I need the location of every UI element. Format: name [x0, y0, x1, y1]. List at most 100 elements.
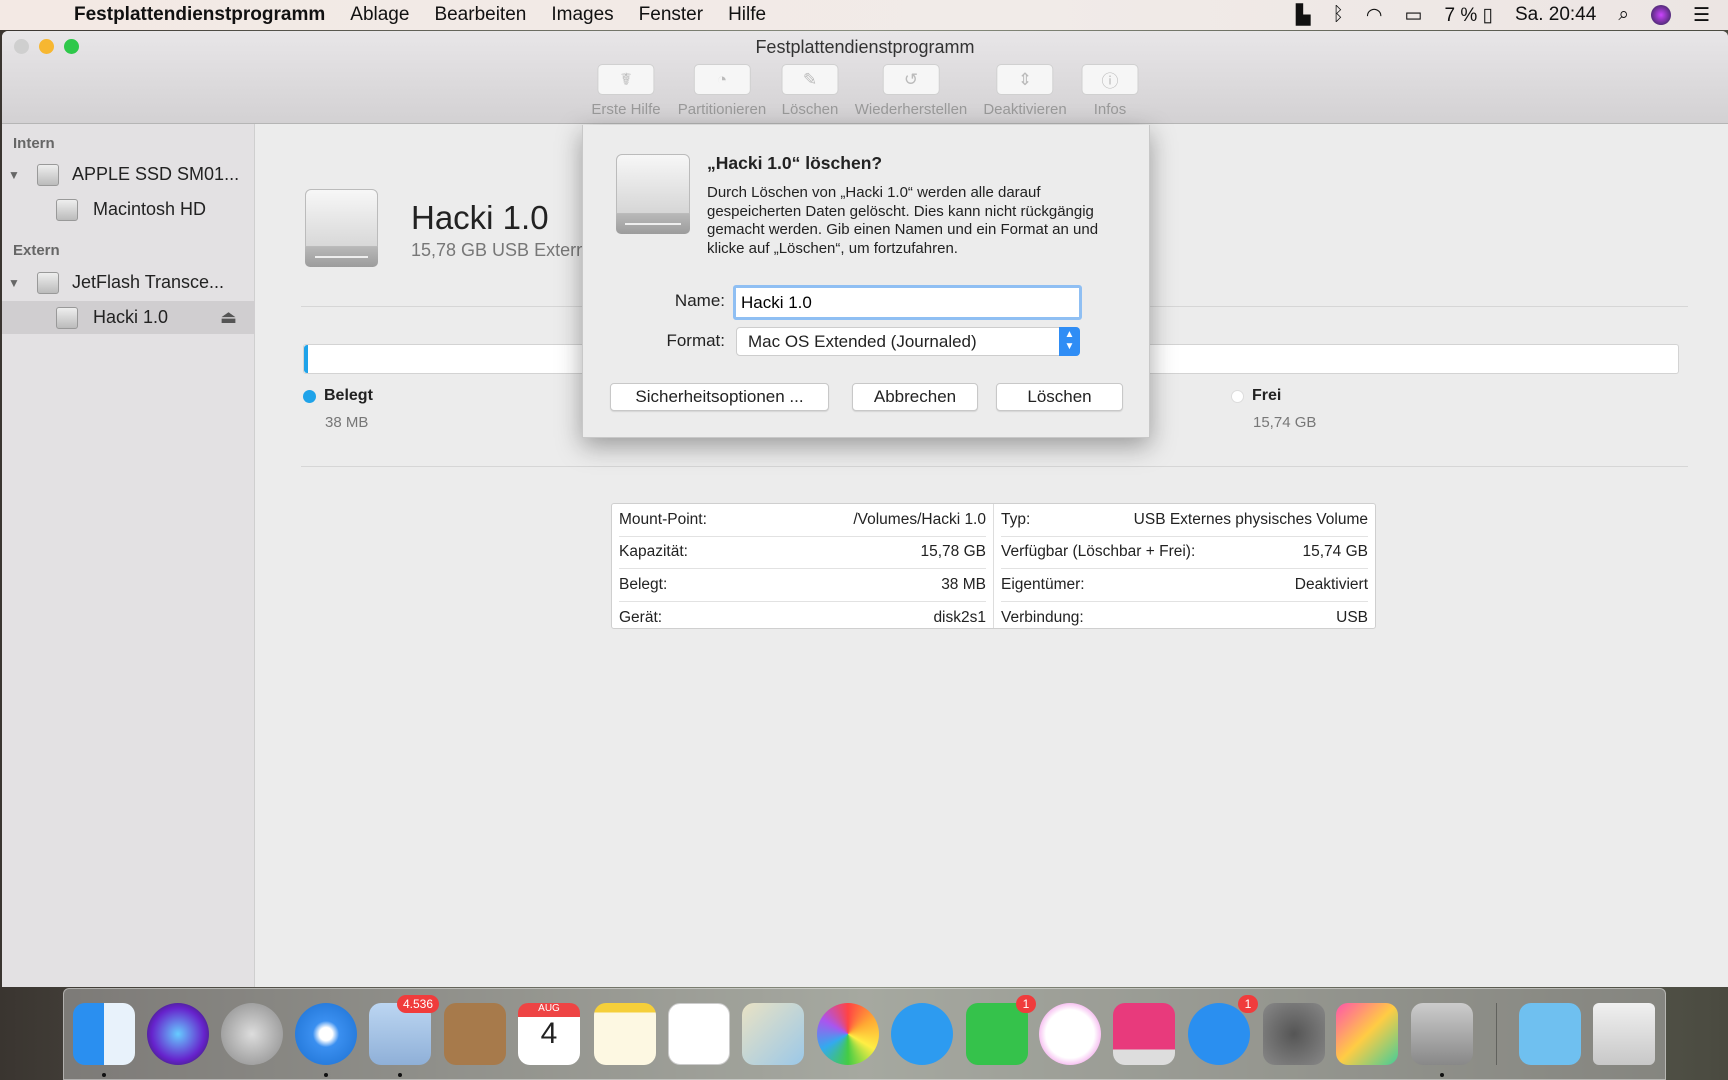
security-options-button[interactable]: Sicherheitsoptionen ... — [610, 383, 829, 411]
disclosure-triangle-icon[interactable]: ▼ — [8, 276, 20, 290]
toolbar-label: Löschen — [781, 101, 839, 118]
contacts-icon[interactable] — [444, 1003, 506, 1065]
used-color-dot — [303, 389, 316, 403]
battery-icon[interactable]: ▯ — [1483, 5, 1493, 26]
itunes-icon[interactable] — [1039, 1003, 1101, 1065]
info-key: Gerät: — [619, 608, 663, 626]
menu-images[interactable]: Images — [551, 4, 613, 26]
menu-hilfe[interactable]: Hilfe — [728, 4, 766, 26]
sidebar-item-jetflash[interactable]: ▼ JetFlash Transce... — [2, 266, 255, 299]
volume-disk-icon — [305, 189, 378, 267]
erase-dialog: „Hacki 1.0“ löschen? Durch Löschen von „… — [582, 125, 1150, 438]
menu-fenster[interactable]: Fenster — [639, 4, 703, 26]
app-store-icon[interactable]: 1 — [1188, 995, 1258, 1065]
mail-icon[interactable]: 4.536 — [369, 995, 439, 1077]
bluetooth-icon[interactable]: ᛒ — [1333, 4, 1344, 26]
disk-utility-dock-icon[interactable] — [1411, 1003, 1473, 1077]
battery-percent: 7 % — [1444, 4, 1478, 26]
display-icon[interactable]: ▙ — [1296, 4, 1311, 27]
info-key: Mount-Point: — [619, 510, 707, 528]
safari-icon[interactable] — [295, 1003, 357, 1077]
info-table: Mount-Point: /Volumes/Hacki 1.0 Kapazität:… — [611, 503, 1376, 629]
menu-app-name[interactable]: Festplattendienstprogramm — [74, 4, 325, 26]
siri-dock-icon[interactable] — [147, 1003, 209, 1065]
divider — [301, 466, 1688, 467]
cleanmymac-icon[interactable] — [1113, 1003, 1175, 1065]
info-row: Kapazität: 15,78 GB — [619, 537, 987, 569]
calendar-icon[interactable]: AUG 4 — [518, 1003, 580, 1065]
info-icon: ⓘ — [1081, 64, 1139, 95]
restore-icon: ↺ — [882, 64, 940, 95]
info-key: Kapazität: — [619, 543, 688, 561]
cancel-button[interactable]: Abbrechen — [852, 383, 978, 411]
name-label: Name: — [674, 291, 725, 310]
erase-button[interactable]: Löschen — [996, 383, 1123, 411]
volume-icon — [56, 306, 78, 329]
facetime-icon[interactable]: 1 — [966, 995, 1036, 1065]
usage-bar-fill — [304, 345, 309, 373]
name-input[interactable] — [733, 285, 1082, 320]
legend-free-value: 15,74 GB — [1253, 414, 1317, 431]
disk-icon — [616, 154, 690, 234]
sidebar-item-hacki[interactable]: Hacki 1.0 ⏏ — [2, 301, 255, 334]
toolbar-label: Erste Hilfe — [591, 101, 661, 118]
photos-icon[interactable] — [817, 1003, 879, 1065]
launchpad-icon[interactable] — [221, 1003, 283, 1065]
info-value: /Volumes/Hacki 1.0 — [853, 510, 986, 528]
mail-badge: 4.536 — [396, 995, 439, 1013]
info-value: USB — [1336, 608, 1368, 626]
finder-icon[interactable] — [73, 1003, 135, 1077]
notes-icon[interactable] — [594, 1003, 656, 1065]
siri-icon[interactable] — [1650, 5, 1671, 25]
info-row: Gerät: disk2s1 — [619, 602, 986, 635]
legend-used-value: 38 MB — [325, 414, 369, 431]
eject-icon[interactable]: ⏏ — [220, 307, 237, 328]
toolbar-label: Infos — [1093, 101, 1127, 118]
calendar-month: AUG — [518, 1003, 580, 1017]
info-value: 15,78 GB — [920, 543, 987, 561]
format-label: Format: — [666, 331, 725, 350]
facetime-badge: 1 — [1016, 995, 1036, 1013]
dialog-message: Durch Löschen von „Hacki 1.0“ werden all… — [707, 184, 1099, 258]
trash-icon[interactable] — [1593, 1003, 1655, 1065]
format-select[interactable]: Mac OS Extended (Journaled) ▲ ▼ — [736, 327, 1080, 356]
toolbar-unmount[interactable]: ⇕ Deaktivieren — [983, 64, 1067, 118]
notification-center-icon[interactable]: ☰ — [1693, 4, 1710, 27]
wifi-icon[interactable]: ◠ — [1366, 4, 1383, 27]
pie-chart-icon: ◔ — [693, 64, 751, 95]
erase-icon: ✎ — [781, 64, 839, 95]
airplay-icon[interactable]: ▭ — [1405, 4, 1423, 27]
app-store-badge: 1 — [1238, 995, 1258, 1013]
volume-icon — [56, 198, 78, 221]
downloads-folder-icon[interactable] — [1519, 1003, 1581, 1065]
messages-icon[interactable] — [891, 1003, 953, 1065]
menu-ablage[interactable]: Ablage — [350, 4, 409, 26]
format-value: Mac OS Extended (Journaled) — [748, 332, 977, 351]
sidebar-item-macintosh-hd[interactable]: Macintosh HD — [2, 193, 255, 226]
toolbar-first-aid[interactable]: ☤ Erste Hilfe — [591, 64, 661, 118]
info-key: Typ: — [1001, 510, 1031, 528]
reminders-icon[interactable] — [668, 1003, 730, 1065]
disclosure-triangle-icon[interactable]: ▼ — [8, 168, 20, 182]
info-row: Eigentümer: Deaktiviert — [1001, 569, 1368, 602]
toolbar-partition[interactable]: ◔ Partitionieren — [678, 64, 766, 118]
sidebar-item-label: Macintosh HD — [93, 199, 207, 219]
toolbar-info[interactable]: ⓘ Infos — [1081, 64, 1139, 118]
clock[interactable]: Sa. 20:44 — [1515, 4, 1596, 26]
sidebar-item-apple-ssd[interactable]: ▼ APPLE SSD SM01... — [2, 158, 255, 191]
final-cut-pro-icon[interactable] — [1336, 1003, 1398, 1065]
legend-used: Belegt — [303, 387, 373, 405]
toolbar-restore[interactable]: ↺ Wiederherstellen — [855, 64, 967, 118]
toolbar-label: Deaktivieren — [983, 101, 1067, 118]
legend-label: Frei — [1252, 387, 1282, 404]
info-value: disk2s1 — [933, 608, 986, 626]
sidebar-header-internal: Intern — [13, 135, 55, 152]
maps-icon[interactable] — [742, 1003, 804, 1065]
toolbar-erase[interactable]: ✎ Löschen — [781, 64, 839, 118]
internal-disk-icon — [37, 163, 59, 186]
menu-bearbeiten[interactable]: Bearbeiten — [434, 4, 526, 26]
sidebar: Intern ▼ APPLE SSD SM01... Macintosh HD E… — [2, 124, 255, 987]
spotlight-icon[interactable]: ⌕ — [1618, 4, 1629, 26]
system-preferences-icon[interactable] — [1263, 1003, 1325, 1065]
info-value: USB Externes physisches Volume — [1133, 510, 1368, 528]
